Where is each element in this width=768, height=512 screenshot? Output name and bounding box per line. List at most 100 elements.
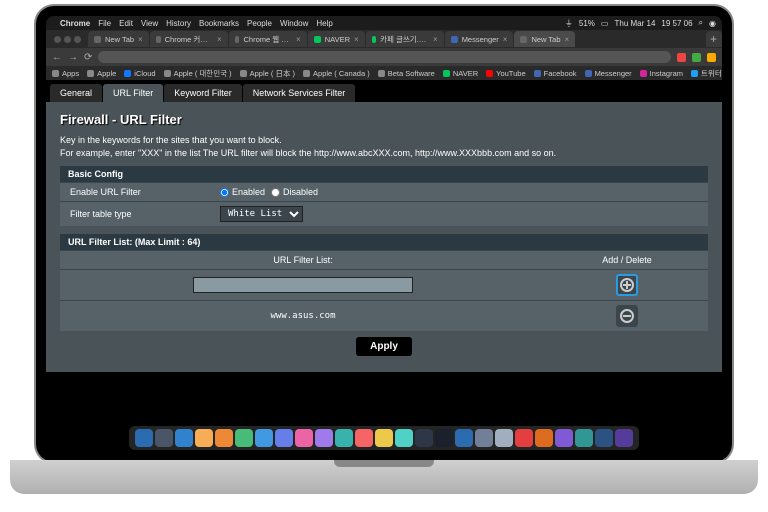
- bookmark-item[interactable]: Apple ( Canada ): [303, 69, 370, 78]
- dock-app-icon[interactable]: [535, 429, 553, 447]
- bookmark-item[interactable]: Apps: [52, 69, 79, 78]
- dock-app-icon[interactable]: [315, 429, 333, 447]
- favicon: [235, 36, 240, 43]
- close-tab-icon[interactable]: ×: [433, 35, 438, 44]
- apply-button[interactable]: Apply: [356, 337, 412, 356]
- browser-tab[interactable]: Messenger ×: [445, 31, 514, 47]
- tab-label: New Tab: [531, 35, 560, 44]
- browser-tab[interactable]: 카페 글쓰기.에 쓰는 사진×: [366, 31, 444, 47]
- menu-help[interactable]: Help: [316, 19, 332, 28]
- menu-people[interactable]: People: [247, 19, 272, 28]
- close-tab-icon[interactable]: ×: [138, 35, 143, 44]
- bookmark-item[interactable]: Apple ( 대한민국 ): [164, 68, 232, 79]
- dock-app-icon[interactable]: [195, 429, 213, 447]
- menu-file[interactable]: File: [98, 19, 111, 28]
- dock-app-icon[interactable]: [555, 429, 573, 447]
- window-controls[interactable]: [48, 36, 87, 43]
- dock-app-icon[interactable]: [495, 429, 513, 447]
- bookmark-item[interactable]: Apple: [87, 69, 116, 78]
- dock-app-icon[interactable]: [455, 429, 473, 447]
- dock-app-icon[interactable]: [135, 429, 153, 447]
- dock-app-icon[interactable]: [255, 429, 273, 447]
- extension-icon[interactable]: [707, 53, 716, 62]
- close-tab-icon[interactable]: ×: [217, 35, 222, 44]
- bookmark-item[interactable]: 트위터: [691, 68, 722, 79]
- tab-label: Messenger: [462, 35, 499, 44]
- date: Thu Mar 14: [614, 19, 655, 28]
- router-tab[interactable]: General: [50, 84, 102, 102]
- radio-disabled[interactable]: Disabled: [271, 187, 318, 197]
- wifi-icon[interactable]: ⏚: [565, 18, 573, 29]
- dock-app-icon[interactable]: [335, 429, 353, 447]
- favicon: [372, 36, 376, 43]
- browser-tab[interactable]: Chrome 커뮤니티 - ...×: [150, 31, 228, 47]
- address-bar[interactable]: [98, 51, 671, 63]
- bookmark-item[interactable]: iCloud: [124, 69, 155, 78]
- extension-icon[interactable]: [692, 53, 701, 62]
- dock-app-icon[interactable]: [295, 429, 313, 447]
- add-button[interactable]: [616, 274, 638, 296]
- battery-icon[interactable]: ▭: [601, 19, 609, 28]
- dock-app-icon[interactable]: [355, 429, 373, 447]
- close-tab-icon[interactable]: ×: [565, 35, 570, 44]
- battery-percent: 51%: [579, 19, 595, 28]
- router-tab[interactable]: Network Services Filter: [243, 84, 356, 102]
- extension-icon[interactable]: [677, 53, 686, 62]
- router-tab[interactable]: URL Filter: [103, 84, 163, 102]
- bookmark-item[interactable]: Apple ( 日本 ): [240, 68, 295, 79]
- dock-app-icon[interactable]: [475, 429, 493, 447]
- bookmark-item[interactable]: Facebook: [534, 69, 577, 78]
- close-tab-icon[interactable]: ×: [503, 35, 508, 44]
- dock-app-icon[interactable]: [215, 429, 233, 447]
- section-url-list: URL Filter List: (Max Limit : 64): [60, 234, 708, 250]
- browser-tab[interactable]: New Tab×: [88, 31, 149, 47]
- radio-enabled-input[interactable]: [220, 188, 229, 197]
- dock-app-icon[interactable]: [235, 429, 253, 447]
- spotlight-icon[interactable]: ⌕: [699, 18, 703, 28]
- new-tab-button[interactable]: +: [706, 31, 722, 47]
- menu-bookmarks[interactable]: Bookmarks: [199, 19, 239, 28]
- bookmark-icon: [240, 70, 247, 77]
- bookmark-icon: [640, 70, 647, 77]
- delete-button[interactable]: [616, 305, 638, 327]
- bookmark-item[interactable]: Messenger: [585, 69, 632, 78]
- siri-icon[interactable]: ◉: [709, 19, 716, 28]
- dock-app-icon[interactable]: [395, 429, 413, 447]
- dock-app-icon[interactable]: [595, 429, 613, 447]
- bookmark-item[interactable]: NAVER: [443, 69, 478, 78]
- bookmark-item[interactable]: Beta Software: [378, 69, 435, 78]
- bookmark-item[interactable]: YouTube: [486, 69, 525, 78]
- browser-tab[interactable]: NAVER×: [308, 31, 365, 47]
- menu-window[interactable]: Window: [280, 19, 308, 28]
- menu-view[interactable]: View: [141, 19, 158, 28]
- dock-app-icon[interactable]: [275, 429, 293, 447]
- dock-app-icon[interactable]: [175, 429, 193, 447]
- close-tab-icon[interactable]: ×: [296, 35, 301, 44]
- dock-app-icon[interactable]: [575, 429, 593, 447]
- plus-circle-icon: [619, 277, 635, 293]
- browser-tab[interactable]: New Tab ×: [514, 31, 575, 47]
- dock-app-icon[interactable]: [435, 429, 453, 447]
- close-tab-icon[interactable]: ×: [354, 35, 359, 44]
- row-enable-url-filter: Enable URL Filter Enabled Disabled: [60, 182, 708, 201]
- dock-app-icon[interactable]: [375, 429, 393, 447]
- dock-app-icon[interactable]: [515, 429, 533, 447]
- browser-tab[interactable]: Chrome 웹 스토어 - ...×: [229, 31, 307, 47]
- filter-type-select[interactable]: White ListBlack List: [220, 206, 303, 222]
- radio-disabled-input[interactable]: [271, 188, 280, 197]
- menu-edit[interactable]: Edit: [119, 19, 133, 28]
- forward-button[interactable]: →: [68, 52, 78, 63]
- dock-app-icon[interactable]: [615, 429, 633, 447]
- bookmark-icon: [87, 70, 94, 77]
- menu-history[interactable]: History: [166, 19, 191, 28]
- app-name[interactable]: Chrome: [60, 19, 90, 28]
- bookmark-item[interactable]: Instagram: [640, 69, 683, 78]
- back-button[interactable]: ←: [52, 52, 62, 63]
- radio-enabled[interactable]: Enabled: [220, 187, 265, 197]
- url-input[interactable]: [193, 277, 413, 293]
- dock-app-icon[interactable]: [155, 429, 173, 447]
- reload-button[interactable]: ⟳: [84, 52, 92, 63]
- router-tab[interactable]: Keyword Filter: [164, 84, 242, 102]
- dock-app-icon[interactable]: [415, 429, 433, 447]
- bookmark-icon: [164, 70, 171, 77]
